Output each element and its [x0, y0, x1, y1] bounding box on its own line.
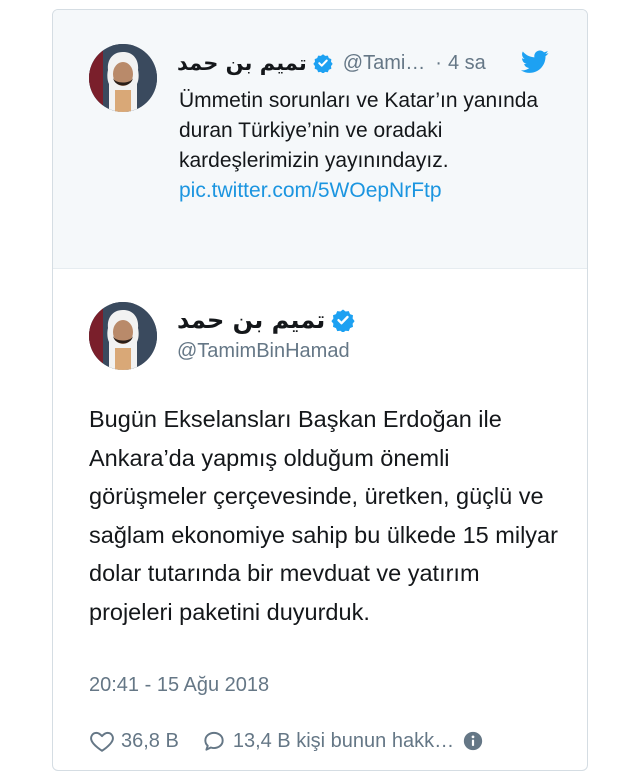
quoted-tweet-header: تميم بن حمد @Tami… · 4 sa [177, 48, 537, 78]
heart-icon[interactable] [89, 728, 115, 754]
media-link[interactable]: pic.twitter.com/5WOepNrFtp [179, 176, 539, 206]
relative-time[interactable]: 4 sa [448, 52, 486, 75]
main-tweet-text: Bugün Ekselansları Başkan Erdoğan ile An… [89, 406, 558, 625]
tweet-actions: 36,8 B 13,4 B kişi bunun hakk… [89, 726, 559, 756]
author-name[interactable]: تميم بن حمد [177, 51, 307, 75]
author-handle[interactable]: @Tami… [343, 52, 426, 75]
quoted-tweet[interactable]: تميم بن حمد @Tami… · 4 sa Ümmetin sorunl… [53, 10, 587, 269]
separator-dot: · [435, 51, 442, 74]
main-tweet-author: تميم بن حمد [177, 306, 355, 334]
twitter-bird-icon[interactable] [520, 50, 549, 74]
avatar[interactable] [89, 44, 157, 112]
avatar[interactable] [89, 302, 157, 370]
info-icon[interactable] [462, 730, 484, 752]
verified-badge-icon [313, 53, 333, 74]
quoted-tweet-body: Ümmetin sorunları ve Katar’ın yanında du… [179, 86, 539, 206]
tweet-embed-card: تميم بن حمد @Tami… · 4 sa Ümmetin sorunl… [52, 9, 588, 771]
verified-badge-icon [331, 308, 355, 333]
tweet-timestamp[interactable]: 20:41 - 15 Ağu 2018 [89, 674, 269, 697]
like-count[interactable]: 36,8 B [121, 730, 179, 753]
quoted-tweet-text: Ümmetin sorunları ve Katar’ın yanında du… [179, 89, 539, 172]
reply-count[interactable]: 13,4 B kişi bunun hakk… [233, 730, 454, 753]
author-name[interactable]: تميم بن حمد [177, 306, 325, 334]
speech-bubble-icon[interactable] [201, 728, 227, 754]
author-handle[interactable]: @TamimBinHamad [177, 340, 350, 363]
